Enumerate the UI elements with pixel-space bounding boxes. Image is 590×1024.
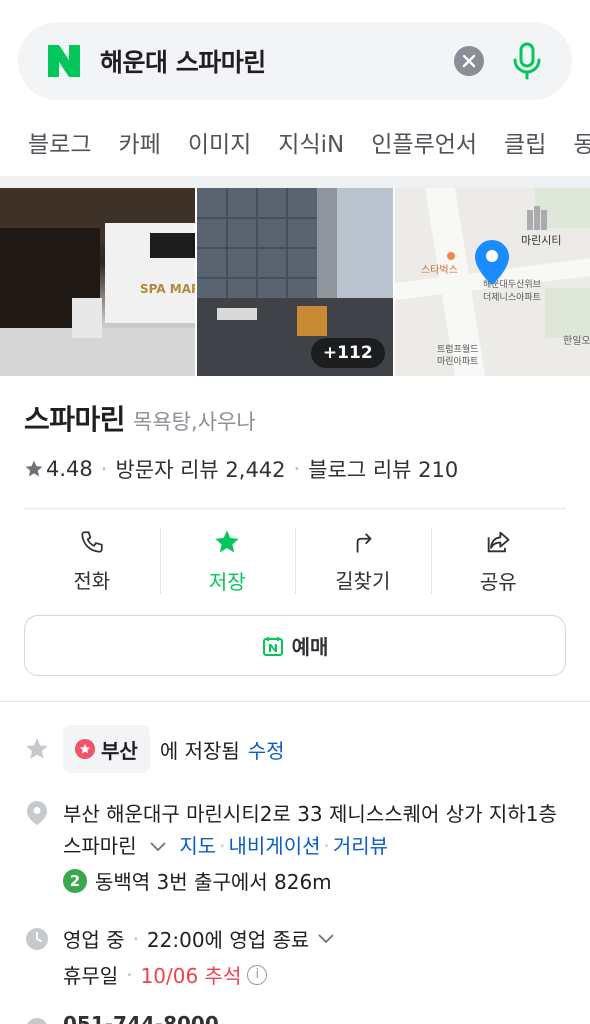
naver-logo-icon[interactable]	[46, 43, 82, 79]
photo-building[interactable]: +112	[197, 188, 393, 376]
share-icon	[487, 531, 510, 552]
saved-status: 부산 에 저장됨 수정	[63, 725, 285, 773]
holiday-label: 휴무일	[63, 964, 119, 988]
share-button[interactable]: 공유	[430, 520, 567, 602]
hours-status: 영업 중	[63, 928, 125, 952]
subway-text: 동백역 3번 출구에서 826m	[95, 870, 332, 894]
roadview-link[interactable]: 거리뷰	[333, 834, 388, 858]
photo-strip: SPA MAR +112 마린시티 스타벅스 해운대두산위브 더제니스아파트 트…	[0, 188, 590, 376]
phone-number[interactable]: 051-744-8000	[63, 1012, 219, 1024]
list-pin-icon	[75, 739, 95, 759]
hours-close: 22:00에 영업 종료	[146, 928, 310, 952]
photo-lobby[interactable]: SPA MAR	[0, 188, 196, 376]
svg-text:더제니스아파트: 더제니스아파트	[483, 292, 541, 303]
saved-list-name: 부산	[101, 738, 138, 763]
location-pin-icon	[24, 800, 50, 826]
microphone-icon[interactable]	[510, 41, 544, 81]
directions-button[interactable]: 길찾기	[295, 520, 431, 602]
clear-icon[interactable]	[454, 46, 484, 76]
tab-clip[interactable]: 클립	[504, 125, 546, 159]
tab-video[interactable]: 동	[573, 125, 590, 159]
chevron-down-icon	[318, 933, 334, 943]
svg-text:마린아파트: 마린아파트	[437, 356, 478, 367]
naver-booking-icon	[262, 636, 283, 656]
search-bar[interactable]: 해운대 스파마린	[18, 22, 572, 100]
holiday-date: 10/06 추석	[140, 964, 242, 988]
place-category: 목욕탕,사우나	[133, 410, 256, 434]
save-label: 저장	[208, 569, 246, 594]
phone-icon	[81, 530, 103, 553]
rating-star-icon	[25, 460, 43, 477]
directions-icon	[356, 532, 372, 553]
saved-text: 에 저장됨	[159, 738, 240, 763]
section-divider	[0, 701, 590, 702]
share-label: 공유	[479, 569, 517, 594]
tab-kin[interactable]: 지식iN	[278, 125, 344, 159]
svg-text:트럼프월드: 트럼프월드	[437, 343, 478, 355]
subway-line-badge: 2	[63, 868, 87, 893]
subway-info: 2 동백역 3번 출구에서 826m	[63, 866, 332, 895]
star-icon	[215, 529, 239, 552]
chevron-down-icon	[150, 842, 166, 852]
reserve-button[interactable]: 예매	[24, 615, 566, 676]
review-stats: 4.48 · 방문자 리뷰 2,442 · 블로그 리뷰 210	[24, 454, 458, 484]
photo-count-badge[interactable]: +112	[310, 338, 385, 368]
info-icon[interactable]: i	[247, 964, 268, 985]
svg-text:마린시티: 마린시티	[521, 234, 561, 247]
edit-saved-link[interactable]: 수정	[248, 735, 285, 764]
map-link[interactable]: 지도	[179, 834, 216, 858]
rating-value: 4.48	[46, 457, 93, 481]
tab-blog[interactable]: 블로그	[28, 125, 91, 159]
call-label: 전화	[73, 568, 111, 593]
phone-row-icon	[24, 1016, 50, 1024]
tab-influencer[interactable]: 인플루언서	[371, 125, 477, 159]
place-title: 스파마린 목욕탕,사우나	[24, 398, 256, 438]
directions-label: 길찾기	[335, 568, 391, 593]
visitor-reviews-link[interactable]: 방문자 리뷰 2,442	[115, 454, 285, 484]
action-bar: 전화 저장 길찾기 공유	[24, 520, 566, 602]
saved-list-chip[interactable]: 부산	[63, 725, 150, 773]
search-tabs: 블로그 카페 이미지 지식iN 인플루언서 클립 동	[0, 108, 590, 176]
call-button[interactable]: 전화	[24, 520, 160, 602]
blog-reviews-link[interactable]: 블로그 리뷰 210	[308, 454, 458, 484]
clock-icon	[24, 926, 50, 952]
svg-text:스타벅스: 스타벅스	[421, 264, 458, 276]
tab-cafe[interactable]: 카페	[118, 125, 160, 159]
save-button[interactable]: 저장	[159, 520, 296, 602]
tabs-divider	[0, 176, 590, 188]
holiday-info: 휴무일 · 10/06 추석 i	[63, 960, 268, 989]
saved-star-icon	[24, 736, 50, 762]
map-thumbnail[interactable]: 마린시티 스타벅스 해운대두산위브 더제니스아파트 트럼프월드 마린아파트 한일…	[394, 188, 590, 376]
place-name[interactable]: 스파마린	[24, 398, 126, 438]
spa-sign-text: SPA MAR	[140, 282, 195, 296]
svg-text:한일오: 한일오	[563, 335, 590, 347]
tab-image[interactable]: 이미지	[188, 125, 251, 159]
business-hours[interactable]: 영업 중 · 22:00에 영업 종료	[63, 924, 335, 953]
address-block: 부산 해운대구 마린시티2로 33 제니스스퀘어 상가 지하1층 스파마린 지도…	[63, 802, 557, 858]
reserve-label: 예매	[291, 635, 329, 659]
search-input[interactable]: 해운대 스파마린	[100, 43, 454, 79]
navigation-link[interactable]: 내비게이션	[229, 834, 321, 858]
divider	[24, 508, 566, 509]
